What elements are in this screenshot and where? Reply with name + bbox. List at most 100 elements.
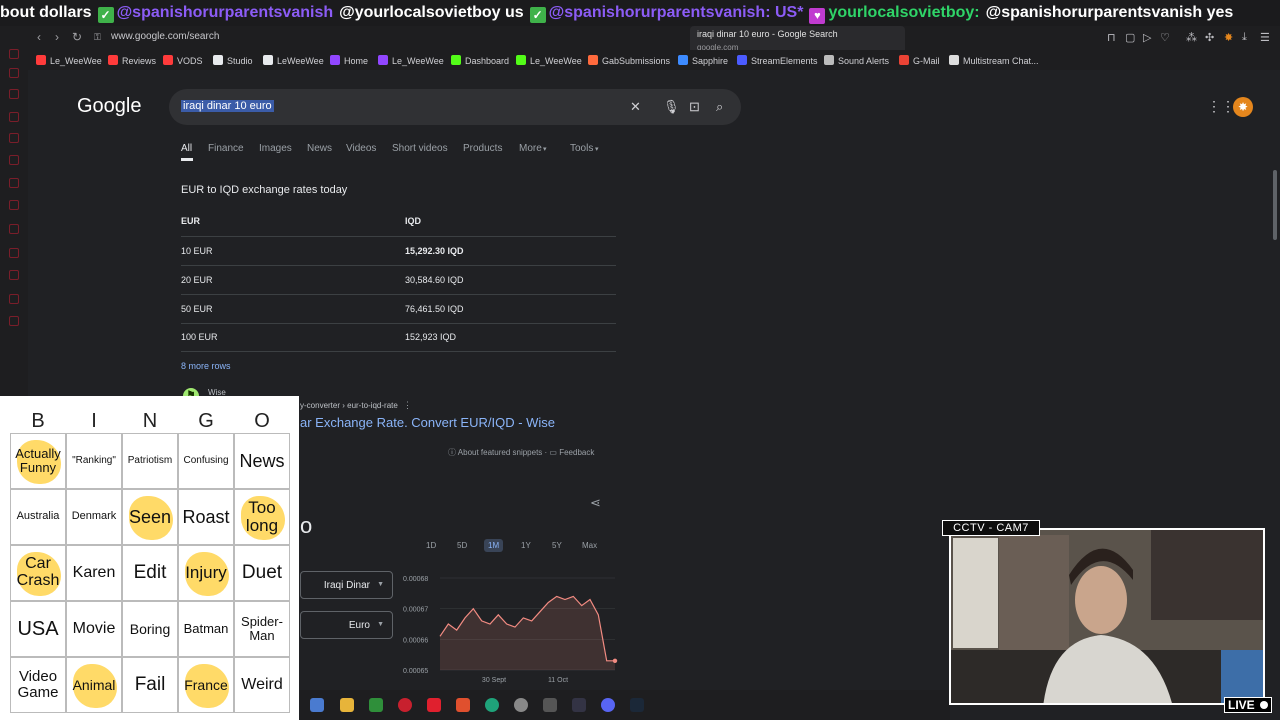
bookmark-item[interactable]: Multistream Chat... — [949, 55, 1039, 66]
sidebar-app-icon[interactable] — [9, 155, 19, 165]
sidebar-app-icon[interactable] — [9, 200, 19, 210]
discord-icon[interactable] — [601, 698, 615, 712]
app-icon[interactable] — [572, 698, 586, 712]
microphone-icon[interactable]: 🎙 — [663, 99, 680, 115]
share-icon[interactable]: ⋖ — [590, 495, 601, 511]
apps-grid-icon[interactable]: ⋮⋮ — [1207, 98, 1235, 115]
obs-icon[interactable] — [514, 698, 528, 712]
sidebar-app-icon[interactable] — [9, 294, 19, 304]
clear-icon[interactable]: ✕ — [630, 99, 641, 115]
sidebar-app-icon[interactable] — [9, 49, 19, 59]
tab-all[interactable]: All — [181, 143, 192, 154]
screenshot-icon[interactable]: ▢ — [1125, 31, 1135, 44]
range-5d[interactable]: 5D — [457, 541, 467, 550]
lens-icon[interactable]: ⊡ — [689, 99, 700, 115]
bookmark-item[interactable]: Sound Alerts — [824, 55, 889, 66]
to-currency-select[interactable]: Euro ▼ — [300, 611, 393, 639]
url-field[interactable]: www.google.com/search — [111, 31, 219, 42]
bookmark-item[interactable]: Le_WeeWee — [516, 55, 582, 66]
bookmark-item[interactable]: Le_WeeWee — [378, 55, 444, 66]
kebab-menu-icon[interactable]: ⋮ — [403, 400, 412, 411]
app-icon[interactable] — [369, 698, 383, 712]
bingo-cell: Batman — [178, 601, 234, 657]
bookmark-item[interactable]: Le_WeeWee — [36, 55, 102, 66]
tab-tools[interactable]: Tools — [570, 143, 593, 154]
range-1d[interactable]: 1D — [426, 541, 436, 550]
bookmark-item[interactable]: G-Mail — [899, 55, 940, 66]
heart-outline-icon[interactable]: ♡ — [1160, 31, 1170, 44]
bookmark-item[interactable]: StreamElements — [737, 55, 818, 66]
about-snippets-link[interactable]: About featured snippets — [458, 448, 543, 457]
range-max[interactable]: Max — [582, 541, 597, 550]
tab-short-videos[interactable]: Short videos — [392, 143, 448, 154]
tab-images[interactable]: Images — [259, 143, 292, 154]
help-icon: ⓘ — [448, 448, 456, 457]
bookmark-item[interactable]: Home — [330, 55, 368, 66]
bookmark-icon[interactable]: ⊓ — [1107, 31, 1116, 44]
search-box[interactable]: iraqi dinar 10 euro ✕ 🎙 ⊡ ⌕ — [169, 89, 741, 125]
app-icon[interactable] — [398, 698, 412, 712]
brave-icon[interactable] — [456, 698, 470, 712]
tab-products[interactable]: Products — [463, 143, 502, 154]
tab-finance[interactable]: Finance — [208, 143, 244, 154]
folder-icon[interactable] — [340, 698, 354, 712]
download-icon[interactable]: ⤓ — [1242, 31, 1247, 44]
search-icon[interactable]: ⌕ — [716, 99, 723, 115]
app-icon[interactable] — [310, 698, 324, 712]
bookmark-item[interactable]: Sapphire — [678, 55, 728, 66]
bingo-cell: Too long — [234, 489, 290, 545]
bingo-cell-label: Confusing — [183, 454, 229, 466]
sidebar-app-icon[interactable] — [9, 133, 19, 143]
bookmark-item[interactable]: Studio — [213, 55, 253, 66]
result-breadcrumb[interactable]: y-converter › eur-to-iqd-rate — [300, 401, 398, 410]
app-icon[interactable] — [485, 698, 499, 712]
profile-extension-icon[interactable]: ✸ — [1224, 31, 1233, 44]
scrollbar[interactable] — [1273, 170, 1277, 240]
bingo-cell: Seen — [122, 489, 178, 545]
range-5y[interactable]: 5Y — [552, 541, 562, 550]
google-logo[interactable]: Google — [77, 95, 142, 118]
bookmark-item[interactable]: Reviews — [108, 55, 156, 66]
bingo-cell-label: Video Game — [17, 668, 59, 701]
forward-icon[interactable]: › — [55, 30, 59, 44]
bingo-cell-label: Australia — [16, 510, 60, 523]
extension-icon[interactable]: ⁂ — [1186, 31, 1197, 44]
site-info-icon[interactable]: ⚿ — [94, 32, 101, 43]
sidebar-app-icon[interactable] — [9, 270, 19, 280]
bookmark-favicon-icon — [899, 55, 909, 65]
account-avatar[interactable]: ✸ — [1233, 97, 1253, 117]
tab-videos[interactable]: Videos — [346, 143, 376, 154]
tab-more[interactable]: More — [519, 143, 542, 154]
sidebar-app-icon[interactable] — [9, 248, 19, 258]
search-input[interactable]: iraqi dinar 10 euro — [181, 100, 274, 112]
sidebar-app-icon[interactable] — [9, 112, 19, 122]
feedback-link[interactable]: Feedback — [559, 448, 594, 457]
sidebar-app-icon[interactable] — [9, 178, 19, 188]
exchange-rate-chart[interactable]: 0.00068 0.00067 0.00066 0.00065 30 Sept 11 Oc… — [400, 568, 620, 688]
bookmark-item[interactable]: VODS — [163, 55, 203, 66]
reload-icon[interactable]: ↻ — [72, 30, 82, 44]
tab-news[interactable]: News — [307, 143, 332, 154]
result-title-link[interactable]: ar Exchange Rate. Convert EUR/IQD - Wise — [300, 415, 555, 430]
sidebar-app-icon[interactable] — [9, 89, 19, 99]
steam-icon[interactable] — [630, 698, 644, 712]
opera-icon[interactable] — [427, 698, 441, 712]
divider — [181, 236, 616, 237]
bookmark-item[interactable]: Dashboard — [451, 55, 509, 66]
webcam-image — [951, 530, 1263, 703]
sidebar-app-icon[interactable] — [9, 68, 19, 78]
from-currency-select[interactable]: Iraqi Dinar ▼ — [300, 571, 393, 599]
puzzle-icon[interactable]: ✣ — [1205, 31, 1214, 44]
sidebar-app-icon[interactable] — [9, 224, 19, 234]
menu-icon[interactable]: ☰ — [1260, 31, 1270, 44]
range-1y[interactable]: 1Y — [521, 541, 531, 550]
range-1m[interactable]: 1M — [484, 539, 504, 552]
back-icon[interactable]: ‹ — [37, 30, 41, 44]
sidebar-app-icon[interactable] — [9, 316, 19, 326]
app-icon[interactable] — [543, 698, 557, 712]
bookmark-item[interactable]: LeWeeWee — [263, 55, 324, 66]
bookmark-item[interactable]: GabSubmissions — [588, 55, 670, 66]
play-icon[interactable]: ▷ — [1143, 31, 1151, 44]
more-rows-link[interactable]: 8 more rows — [181, 361, 231, 371]
bookmark-favicon-icon — [678, 55, 688, 65]
